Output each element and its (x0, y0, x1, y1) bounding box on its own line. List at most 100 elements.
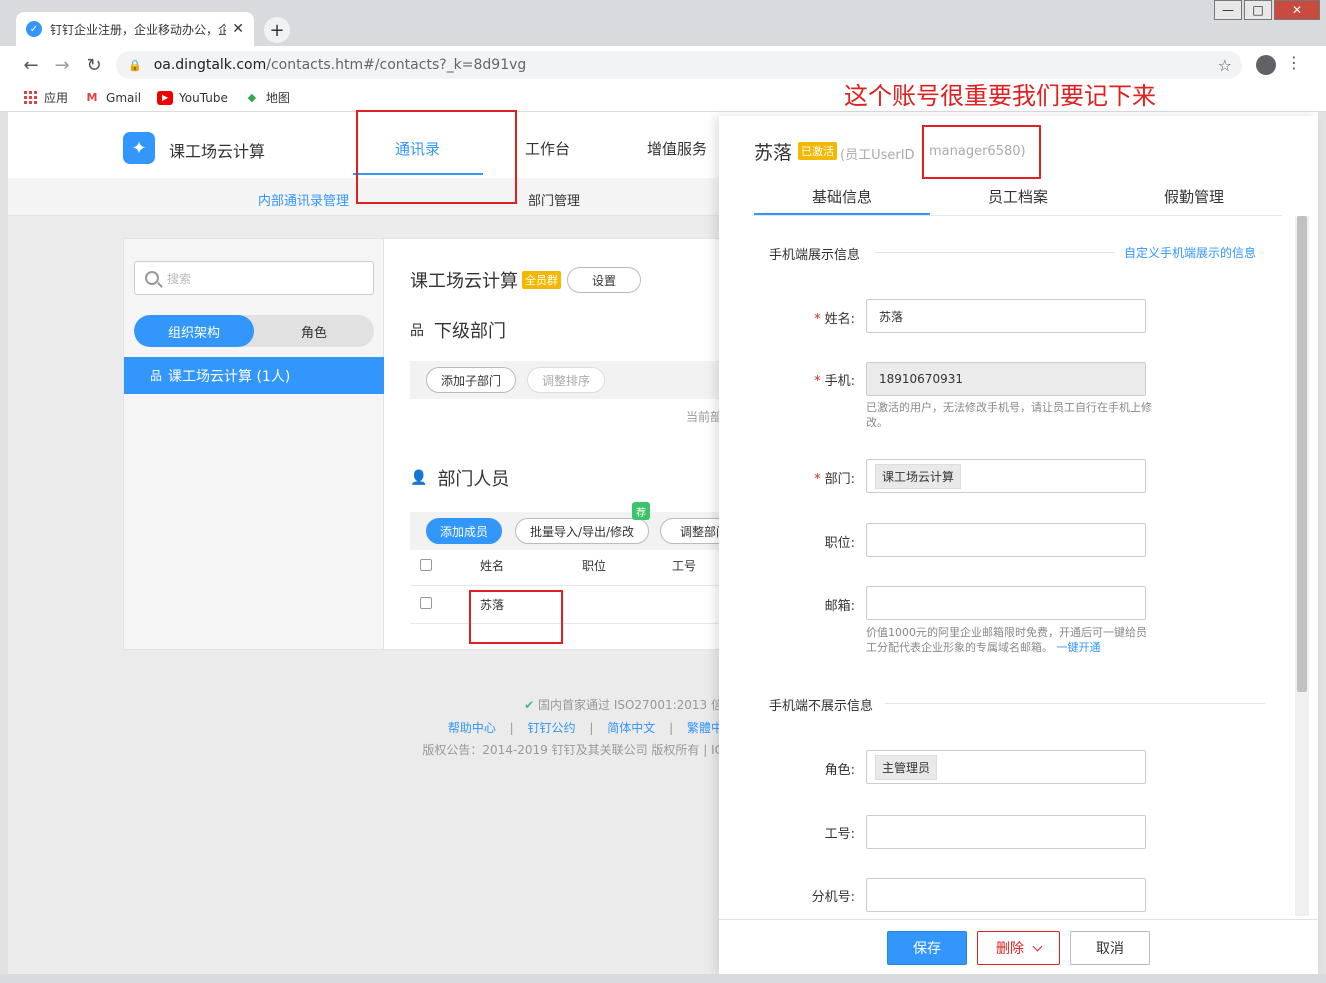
minimize-icon[interactable]: — (1214, 0, 1242, 20)
col-header-name: 姓名 (480, 559, 505, 573)
bookmark-label: Gmail (106, 90, 142, 105)
label-dept-text: 部门: (824, 472, 855, 487)
gmail-icon: M (86, 91, 98, 104)
footer-link-help[interactable]: 帮助中心 (448, 721, 496, 735)
open-email-link[interactable]: 一键开通 (1057, 641, 1101, 654)
all-staff-badge: 全员群 (522, 271, 561, 289)
batch-import-export-button[interactable]: 批量导入/导出/修改 (515, 518, 649, 544)
role-field[interactable]: 主管理员 (866, 750, 1146, 784)
bookmark-label: 地图 (265, 91, 290, 105)
search-icon (145, 271, 159, 285)
browser-tab[interactable]: ✓ 钉钉企业注册，企业移动办公，企业 ✕ (16, 12, 254, 46)
dept-chip: 课工场云计算 (875, 463, 962, 489)
role-chip: 主管理员 (875, 754, 938, 780)
phone-field: 18910670931 (866, 362, 1146, 396)
lock-icon: 🔒 (128, 58, 142, 72)
bookmark-maps[interactable]: ◆ 地图 (244, 89, 290, 106)
bookmark-label: 应用 (44, 91, 69, 105)
org-tree-root[interactable]: 品 课工场云计算 (1人) (124, 357, 384, 394)
footer-iso: ✔ 国内首家通过 ISO27001:2013 信 (8, 696, 723, 713)
label-name: * 姓名: (769, 308, 855, 327)
section-divider (885, 703, 1265, 704)
url-path: /contacts.htm#/contacts?_k=8d91vg (266, 57, 527, 73)
tab-close-icon[interactable]: ✕ (232, 21, 244, 37)
tab-basic-info[interactable]: 基础信息 (754, 186, 930, 207)
reload-icon[interactable]: ↻ (83, 54, 105, 76)
footer-link-simplified[interactable]: 简体中文 (607, 721, 655, 735)
nav-workbench[interactable]: 工作台 (525, 138, 570, 159)
col-header-position: 职位 (582, 559, 607, 573)
company-name: 课工场云计算 (169, 142, 266, 161)
activated-badge: 已激活 (798, 142, 837, 160)
window-frame-left (0, 112, 8, 974)
email-field[interactable] (866, 586, 1146, 620)
bookmark-gmail[interactable]: M Gmail (84, 90, 142, 105)
tab-employee-archive[interactable]: 员工档案 (930, 186, 1106, 207)
browser-tabstrip: ✓ 钉钉企业注册，企业移动办公，企业 ✕ + — □ ✕ (0, 0, 1326, 46)
label-position: 职位: (824, 536, 855, 551)
profile-avatar-icon[interactable] (1256, 55, 1276, 75)
bookmark-apps[interactable]: 应用 (22, 89, 68, 106)
forward-icon[interactable]: → (51, 54, 73, 76)
save-button[interactable]: 保存 (887, 931, 967, 965)
select-all-checkbox[interactable] (420, 559, 432, 571)
window-controls: — □ ✕ (1212, 0, 1320, 20)
scrollbar-thumb[interactable] (1297, 216, 1307, 692)
browser-menu-icon[interactable]: ⋮ (1286, 55, 1302, 71)
contacts-card: 搜索 组织架构 角色 品 课工场云计算 (1人) 课工场云计算 全员群 设置 品… (123, 238, 824, 650)
maps-icon: ◆ (247, 91, 257, 104)
dingtalk-logo-icon: ✦ (123, 132, 155, 164)
tab-org-structure[interactable]: 组织架构 (134, 315, 254, 347)
tab-attendance[interactable]: 假勤管理 (1106, 186, 1282, 207)
name-field[interactable]: 苏落 (866, 299, 1146, 333)
search-input[interactable]: 搜索 (134, 261, 374, 295)
label-email: 邮箱: (824, 599, 855, 614)
cancel-button[interactable]: 取消 (1070, 931, 1150, 965)
nav-value-added[interactable]: 增值服务 (647, 138, 707, 159)
dept-field[interactable]: 课工场云计算 (866, 459, 1146, 493)
subnav-internal-contacts[interactable]: 内部通讯录管理 (258, 190, 349, 209)
org-tree-icon: 品 (150, 369, 163, 383)
tab-roles[interactable]: 角色 (254, 315, 374, 347)
col-header-job-no: 工号 (672, 559, 697, 573)
footer-link-traditional[interactable]: 繁體中 (687, 721, 723, 735)
label-phone-text: 手机: (824, 374, 855, 389)
email-hint: 价值1000元的阿里企业邮箱限时免费，开通后可一键给员工分配代表企业形象的专属域… (866, 625, 1152, 655)
phone-hint: 已激活的用户，无法修改手机号，请让员工自行在手机上修改。 (866, 401, 1152, 429)
footer-link-convention[interactable]: 钉钉公约 (528, 721, 576, 735)
footer-iso-text: 国内首家通过 ISO27001:2013 信 (538, 698, 723, 712)
section-divider (875, 252, 1115, 253)
window-frame-bottom (0, 974, 1326, 983)
members-section: 👤 部门人员 (410, 465, 509, 491)
member-name-title: 苏落 (754, 142, 793, 164)
bookmark-star-icon[interactable]: ☆ (1218, 56, 1232, 75)
chevron-down-icon (1032, 941, 1043, 951)
label-phone: * 手机: (769, 370, 855, 389)
annotation-box-member (469, 590, 563, 644)
job-no-field[interactable] (866, 815, 1146, 849)
tab-title: 钉钉企业注册，企业移动办公，企业 (50, 22, 227, 37)
label-name-text: 姓名: (824, 312, 855, 327)
recommend-tag: 荐 (632, 502, 650, 520)
maximize-icon[interactable]: □ (1244, 0, 1272, 20)
sub-dept-title: 下级部门 (434, 321, 506, 342)
current-dept-hint: 当前部 (686, 410, 723, 424)
ext-field[interactable] (866, 878, 1146, 912)
window-close-icon[interactable]: ✕ (1274, 0, 1320, 20)
delete-button[interactable]: 删除 (977, 931, 1060, 965)
subnav-dept-manage[interactable]: 部门管理 (528, 190, 580, 209)
position-field[interactable] (866, 523, 1146, 557)
new-tab-icon[interactable]: + (264, 17, 290, 43)
add-member-button[interactable]: 添加成员 (426, 518, 502, 544)
label-dept: * 部门: (769, 468, 855, 487)
bookmark-youtube[interactable]: ▶ YouTube (157, 90, 228, 105)
settings-button[interactable]: 设置 (567, 267, 641, 293)
row-checkbox[interactable] (420, 597, 432, 609)
add-sub-dept-button[interactable]: 添加子部门 (426, 367, 516, 393)
dingtalk-favicon-icon: ✓ (26, 21, 42, 37)
custom-mobile-display-link[interactable]: 自定义手机端展示的信息 (1124, 244, 1256, 261)
url-host: oa.dingtalk.com (153, 57, 267, 73)
url-input[interactable]: 🔒 oa.dingtalk.com/contacts.htm#/contacts… (116, 51, 1242, 79)
back-icon[interactable]: ← (20, 54, 42, 76)
adjust-order-button[interactable]: 调整排序 (527, 367, 605, 393)
